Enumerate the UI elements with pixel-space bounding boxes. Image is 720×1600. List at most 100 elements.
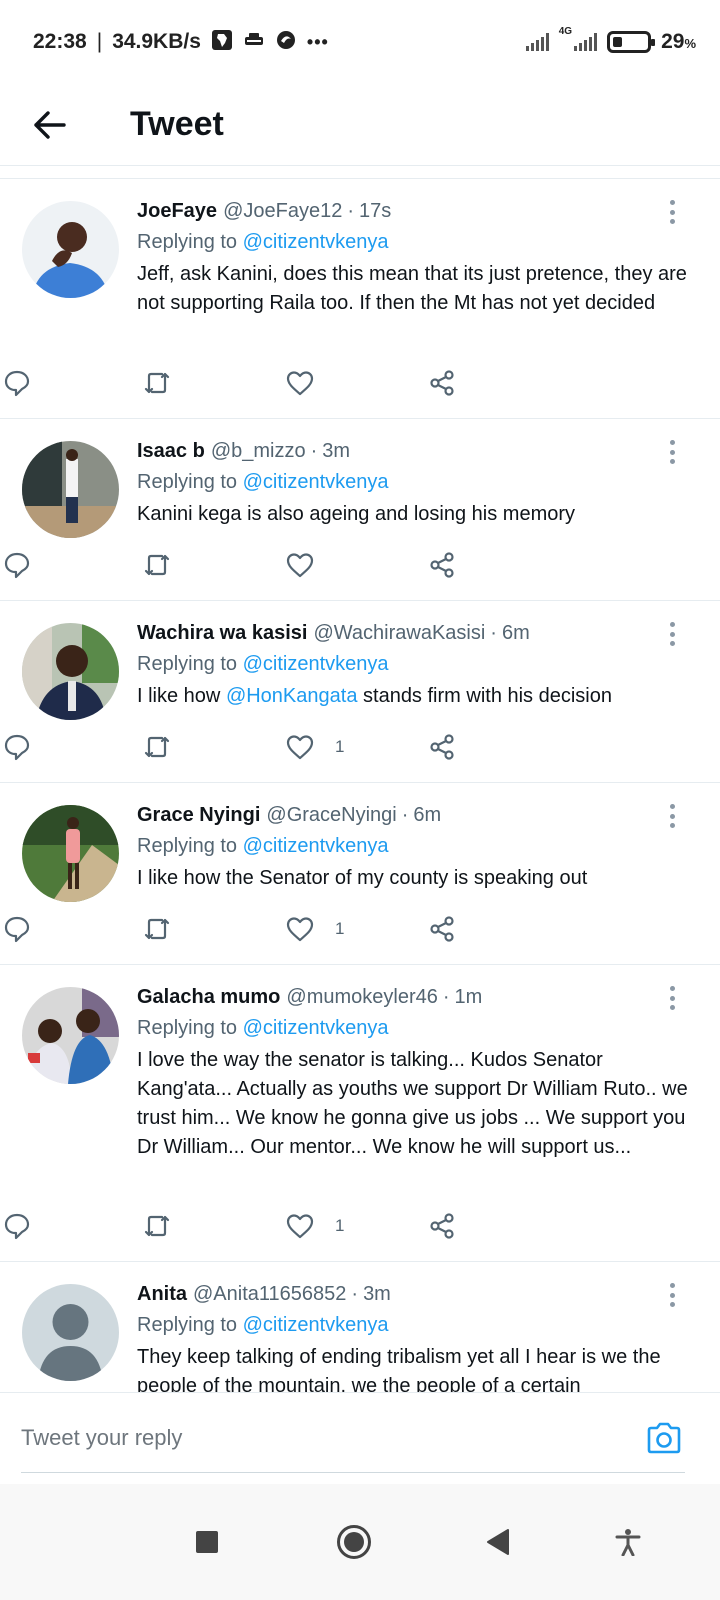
replying-to-mention[interactable]: @citizentvkenya: [243, 835, 389, 857]
tweet-actions: [0, 530, 720, 600]
back-button[interactable]: [10, 90, 90, 160]
retweet-icon: [144, 736, 170, 758]
reply-composer-row: Tweet your reply: [21, 1403, 685, 1473]
avatar[interactable]: [22, 441, 119, 538]
tweet-wachira-wa-kasisi[interactable]: Wachira wa kasisi @WachirawaKasisi · 6m …: [0, 601, 720, 783]
reply-button[interactable]: [2, 1209, 32, 1243]
top-app-bar: Tweet: [0, 84, 720, 166]
status-speed: 34.9KB/s: [112, 30, 201, 53]
replies-feed[interactable]: JoeFaye @JoeFaye12 · 17s Replying to @ci…: [0, 178, 720, 1392]
user-handle[interactable]: @mumokeyler46: [286, 984, 437, 1010]
like-button[interactable]: [285, 366, 335, 400]
replying-to-line: Replying to @citizentvkenya: [137, 469, 700, 495]
replying-to-label: Replying to: [137, 471, 238, 493]
display-name[interactable]: Anita: [137, 1281, 187, 1307]
replying-to-mention[interactable]: @citizentvkenya: [243, 231, 389, 253]
reply-icon: [4, 1213, 30, 1240]
separator-dot: ·: [490, 622, 497, 644]
replying-to-line: Replying to @citizentvkenya: [137, 651, 700, 677]
like-button[interactable]: [285, 548, 335, 582]
tweet-time: 17s: [359, 200, 392, 222]
battery-icon: [607, 31, 656, 53]
replying-to-mention[interactable]: @citizentvkenya: [243, 653, 389, 675]
retweet-icon: [144, 372, 170, 394]
replying-to-mention[interactable]: @citizentvkenya: [243, 1314, 389, 1336]
share-button[interactable]: [427, 548, 457, 582]
more-options-icon[interactable]: [662, 983, 682, 1013]
user-handle[interactable]: @JoeFaye12: [223, 198, 342, 224]
arrow-left-icon: [34, 110, 66, 139]
reply-icon: [4, 552, 30, 579]
heart-icon: [286, 735, 314, 760]
reply-button[interactable]: [2, 548, 32, 582]
reply-input[interactable]: Tweet your reply: [21, 1425, 643, 1451]
tweet-text-after: stands firm with his decision: [357, 685, 612, 707]
tweet-mention-link[interactable]: @HonKangata: [226, 685, 358, 707]
camera-button[interactable]: [643, 1417, 685, 1459]
display-name[interactable]: Grace Nyingi: [137, 802, 260, 828]
more-options-icon[interactable]: [662, 437, 682, 467]
tweet-anita[interactable]: Anita @Anita11656852 · 3m Replying to @c…: [0, 1262, 720, 1392]
reply-icon: [4, 916, 30, 943]
share-button[interactable]: [427, 1209, 457, 1243]
tweet-isaac-b[interactable]: Isaac b @b_mizzo · 3m Replying to @citiz…: [0, 419, 720, 601]
replying-to-line: Replying to @citizentvkenya: [137, 833, 700, 859]
retweet-button[interactable]: [142, 912, 172, 946]
retweet-button[interactable]: [142, 366, 172, 400]
reply-button[interactable]: [2, 730, 32, 764]
separator-dot: ·: [351, 1283, 359, 1305]
tweet-actions: 1: [0, 712, 720, 782]
user-handle[interactable]: @b_mizzo: [211, 438, 306, 464]
replying-to-mention[interactable]: @citizentvkenya: [243, 1017, 389, 1039]
like-button[interactable]: 1: [285, 1209, 344, 1243]
share-icon: [430, 370, 454, 396]
reply-button[interactable]: [2, 912, 32, 946]
share-button[interactable]: [427, 730, 457, 764]
status-more-icon: •••: [306, 31, 329, 52]
tweet-joefaye[interactable]: JoeFaye @JoeFaye12 · 17s Replying to @ci…: [0, 179, 720, 419]
like-button[interactable]: 1: [285, 730, 344, 764]
like-button[interactable]: 1: [285, 912, 344, 946]
reply-composer: Tweet your reply: [0, 1392, 720, 1484]
tweet-galacha-mumo[interactable]: Galacha mumo @mumokeyler46 · 1m Replying…: [0, 965, 720, 1262]
more-options-icon[interactable]: [662, 1280, 682, 1310]
reply-button[interactable]: [2, 366, 32, 400]
separator-dot: ·: [347, 200, 354, 222]
replying-to-mention[interactable]: @citizentvkenya: [243, 471, 389, 493]
avatar[interactable]: [22, 987, 119, 1084]
tweet-text: I like how the Senator of my county is s…: [137, 867, 588, 889]
default-avatar[interactable]: [22, 1284, 119, 1381]
status-left: 22:38 | 34.9KB/s •••: [33, 29, 329, 56]
share-button[interactable]: [427, 912, 457, 946]
user-handle[interactable]: @GraceNyingi: [266, 802, 396, 828]
home-button[interactable]: [334, 1522, 374, 1562]
accessibility-icon: [615, 1529, 641, 1556]
battery-level-fill: [613, 37, 623, 47]
more-options-icon[interactable]: [662, 619, 682, 649]
share-button[interactable]: [427, 366, 457, 400]
cellular-signal-icon: [574, 33, 598, 51]
display-name[interactable]: JoeFaye: [137, 198, 217, 224]
avatar[interactable]: [22, 623, 119, 720]
user-handle[interactable]: @WachirawaKasisi: [313, 620, 485, 646]
back-nav-button[interactable]: [478, 1522, 518, 1562]
recents-button[interactable]: [187, 1522, 227, 1562]
display-name[interactable]: Wachira wa kasisi: [137, 620, 307, 646]
user-handle[interactable]: @Anita11656852: [193, 1281, 346, 1307]
display-name[interactable]: Galacha mumo: [137, 984, 280, 1010]
retweet-button[interactable]: [142, 730, 172, 764]
more-options-icon[interactable]: [662, 801, 682, 831]
tweet-grace-nyingi[interactable]: Grace Nyingi @GraceNyingi · 6m Replying …: [0, 783, 720, 965]
retweet-button[interactable]: [142, 548, 172, 582]
status-time: 22:38: [33, 30, 87, 53]
heart-icon: [286, 917, 314, 942]
replying-to-line: Replying to @citizentvkenya: [137, 1015, 700, 1041]
tweet-text-before: I like how: [137, 685, 226, 707]
africa-notification-icon: [211, 29, 233, 56]
retweet-button[interactable]: [142, 1209, 172, 1243]
avatar[interactable]: [22, 805, 119, 902]
more-options-icon[interactable]: [662, 197, 682, 227]
accessibility-button[interactable]: [608, 1522, 648, 1562]
avatar[interactable]: [22, 201, 119, 298]
display-name[interactable]: Isaac b: [137, 438, 205, 464]
